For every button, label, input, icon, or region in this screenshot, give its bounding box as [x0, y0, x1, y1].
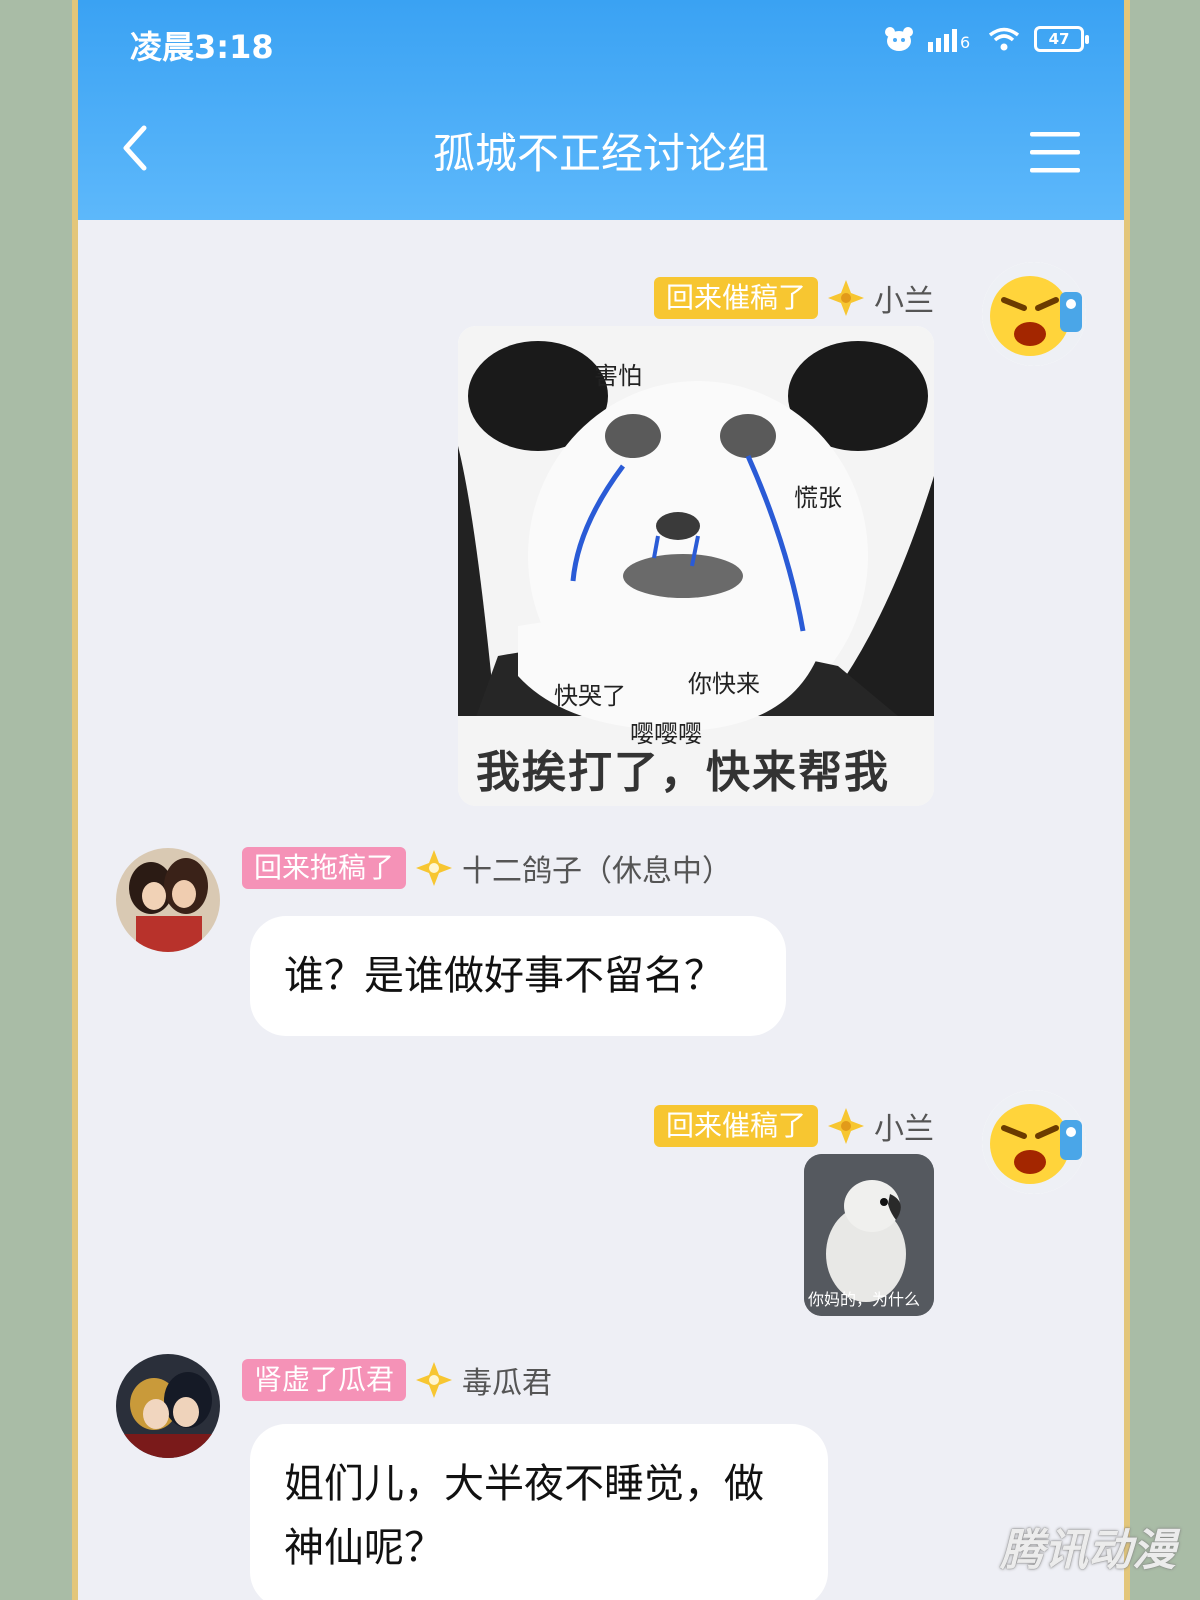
sticker-caption: 你妈的，为什么 — [808, 1290, 921, 1309]
bear-app-icon — [885, 27, 913, 51]
sticker-caption: 我挨打了，快来帮我 — [476, 747, 890, 798]
sender-meta: 回来催稿了 小兰 — [414, 1104, 934, 1148]
watermark-logo: 腾讯动漫 — [1000, 1525, 1176, 1576]
wifi-icon — [988, 27, 1020, 51]
member-title-badge: 回来催稿了 — [653, 1105, 818, 1147]
chat-title: 孤城不正经讨论组 — [432, 129, 769, 178]
menu-icon[interactable] — [1026, 126, 1084, 178]
sender-meta: 肾虚了瓜君 毒瓜君 — [242, 1358, 552, 1402]
phone-screen: 凌晨3:18 6 47 孤城不正经讨论组 回来催稿了 小兰 害怕 慌张 快哭了 … — [72, 0, 1130, 1600]
anime-couple-avatar — [116, 848, 220, 952]
message-bubble[interactable]: 姐们儿，大半夜不睡觉，做神仙呢？ — [250, 1424, 828, 1600]
status-icons: 6 47 — [884, 26, 1089, 52]
status-time: 凌晨3:18 — [130, 28, 274, 66]
sender-name: 毒瓜君 — [462, 1366, 553, 1401]
app-header: 凌晨3:18 6 47 孤城不正经讨论组 — [78, 0, 1124, 220]
star-icon — [416, 1362, 453, 1398]
star-icon — [416, 850, 453, 886]
sender-name: 小兰 — [874, 1112, 934, 1147]
avatar-shierge[interactable] — [116, 848, 220, 952]
signal-icon: 6 — [928, 29, 970, 52]
star-icon — [828, 280, 864, 316]
member-title-badge: 回来催稿了 — [653, 277, 818, 319]
sender-name: 十二鸽子（休息中） — [462, 854, 733, 889]
avatar-xiaolan[interactable] — [982, 262, 1086, 366]
sender-meta: 回来催稿了 小兰 — [414, 276, 934, 320]
avatar-duguajun[interactable] — [116, 1354, 220, 1458]
star-icon — [828, 1108, 864, 1144]
angry-face-icon — [982, 1090, 1086, 1194]
anime-boys-avatar — [116, 1354, 220, 1458]
panda-sticker-image[interactable]: 害怕 慌张 快哭了 你快来 嘤嘤嘤 我挨打了，快来帮我 — [458, 326, 934, 806]
battery-icon: 47 — [1034, 26, 1089, 52]
angry-face-icon — [982, 262, 1086, 366]
sender-meta: 回来拖稿了 十二鸽子（休息中） — [242, 846, 732, 890]
sticker-text: 害怕 — [594, 362, 642, 390]
member-title-badge: 肾虚了瓜君 — [242, 1359, 407, 1401]
avatar-xiaolan[interactable] — [982, 1090, 1086, 1194]
sticker-text: 快哭了 — [554, 682, 626, 710]
member-title-badge: 回来拖稿了 — [242, 847, 407, 889]
sticker-text: 慌张 — [794, 484, 842, 512]
svg-text:6: 6 — [960, 33, 970, 52]
bird-sticker-image[interactable]: 你妈的，为什么 — [804, 1154, 934, 1316]
message-bubble[interactable]: 谁？是谁做好事不留名？ — [250, 916, 786, 1036]
sticker-text: 你快来 — [688, 670, 760, 698]
sender-name: 小兰 — [874, 284, 934, 319]
